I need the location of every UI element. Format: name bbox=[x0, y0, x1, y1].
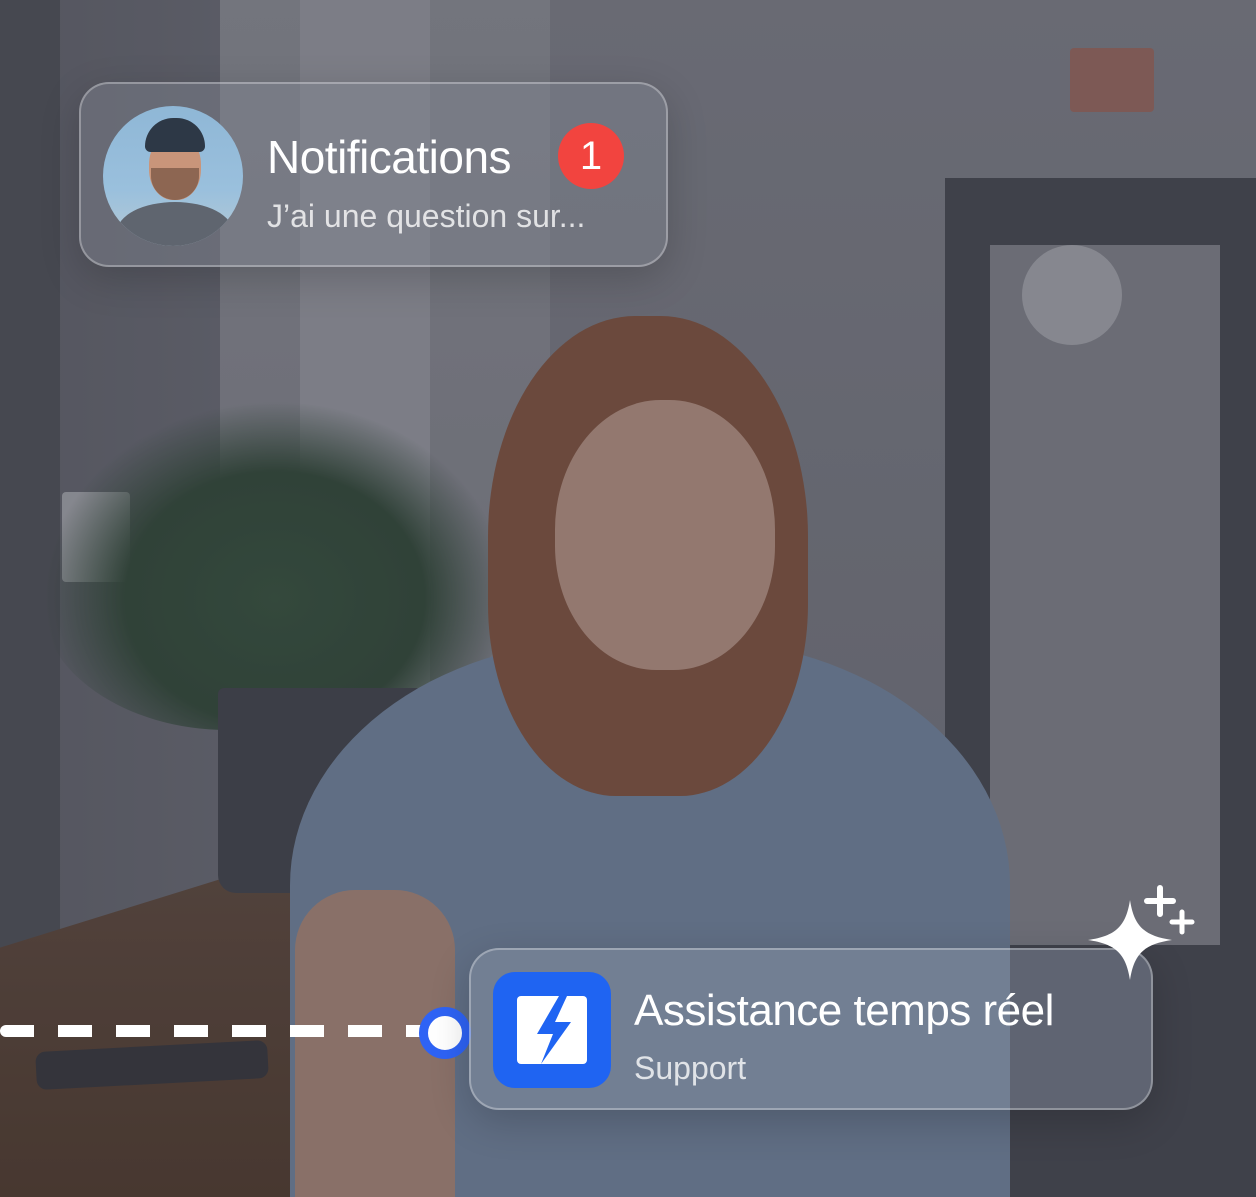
notification-title: Notifications bbox=[267, 131, 512, 183]
assistance-title: Assistance temps réel bbox=[634, 986, 1054, 1035]
notification-preview: J’ai une question sur... bbox=[267, 198, 586, 234]
bolt-icon bbox=[493, 972, 611, 1088]
sparkle-icon bbox=[1080, 880, 1200, 1005]
assistance-card[interactable]: Assistance temps réel Support bbox=[469, 948, 1153, 1110]
avatar bbox=[103, 106, 243, 246]
assistance-subtitle: Support bbox=[634, 1050, 747, 1086]
notification-card[interactable]: Notifications 1 J’ai une question sur... bbox=[79, 82, 668, 267]
dashed-connector bbox=[0, 1025, 430, 1037]
avatar-cap bbox=[145, 118, 205, 152]
connector-node bbox=[419, 1007, 471, 1059]
notification-badge: 1 bbox=[558, 123, 624, 189]
avatar-beard bbox=[151, 168, 199, 200]
avatar-body bbox=[117, 202, 233, 246]
